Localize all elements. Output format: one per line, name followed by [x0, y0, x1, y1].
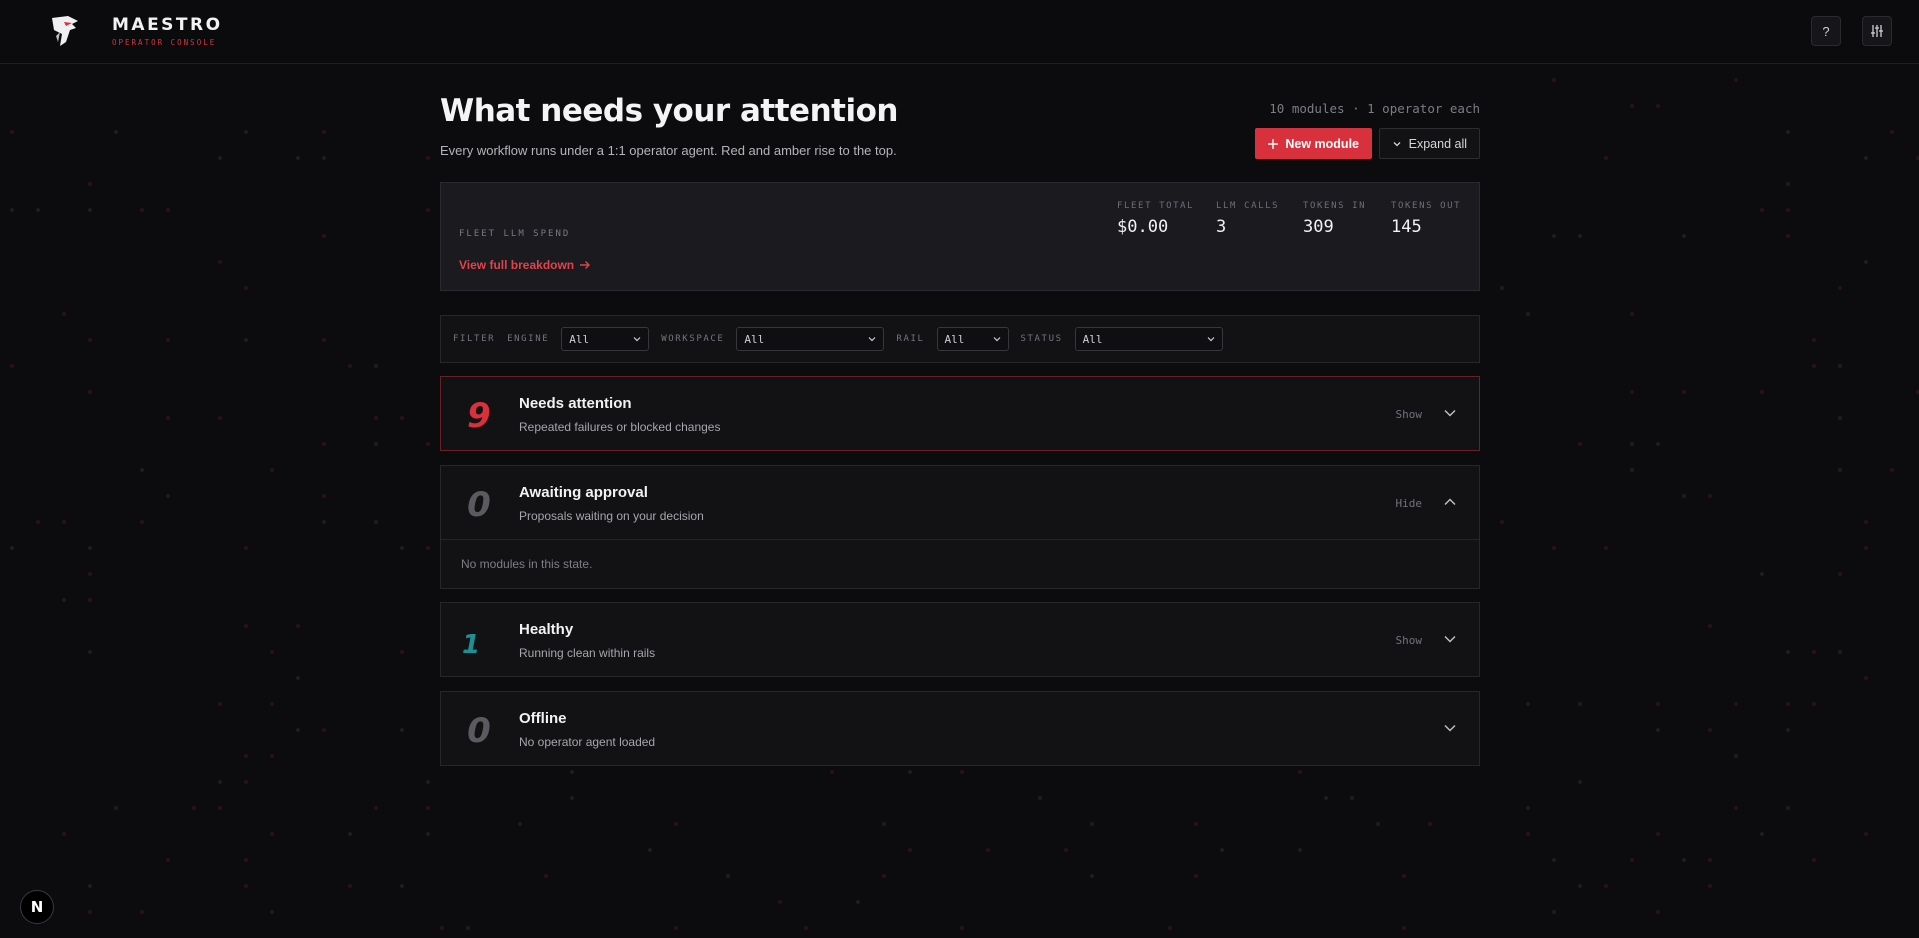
page-subtitle: Every workflow runs under a 1:1 operator…: [440, 143, 897, 158]
count-numeral: 0: [467, 712, 491, 746]
arrow-right-icon: [580, 261, 591, 269]
new-module-label: New module: [1285, 136, 1359, 151]
group-offline: 0 Offline No operator agent loaded: [440, 691, 1480, 766]
stat-value: 3: [1216, 217, 1227, 237]
new-module-button[interactable]: New module: [1255, 128, 1372, 159]
count-text: 0: [467, 712, 491, 746]
brand-title: MAESTRO: [112, 15, 223, 35]
group-header[interactable]: 1 Healthy Running clean within rails Sho…: [441, 603, 1479, 676]
status-filter-label: STATUS: [1020, 334, 1063, 344]
stat-value: $0.00: [1117, 217, 1169, 237]
chevron-down-icon: [1393, 141, 1401, 146]
brand-subtitle: OPERATOR CONSOLE: [112, 38, 217, 47]
rail-filter-label: RAIL: [896, 334, 925, 344]
workspace-filter-label: WORKSPACE: [661, 334, 725, 344]
group-title: Awaiting approval: [519, 484, 648, 501]
dev-tools-badge[interactable]: N: [20, 890, 54, 924]
workspace-select[interactable]: All: [736, 327, 885, 351]
filter-label: FILTER: [453, 334, 496, 344]
chevron-down-icon: [633, 337, 641, 342]
engine-select-value: All: [569, 332, 590, 346]
module-count: 10 modules · 1 operator each: [1269, 101, 1480, 116]
expand-all-button[interactable]: Expand all: [1378, 128, 1480, 159]
group-description: No operator agent loaded: [519, 735, 656, 749]
stat-label: FLEET TOTAL: [1117, 201, 1195, 211]
chevron-down-icon[interactable]: [1443, 406, 1457, 420]
settings-button[interactable]: [1862, 16, 1892, 46]
stat-tokens-out: TOKENS OUT 145: [1391, 201, 1461, 237]
maestro-logo-icon: [52, 16, 78, 46]
group-header[interactable]: 0 Awaiting approval Proposals waiting on…: [441, 466, 1479, 539]
chevron-down-icon: [868, 337, 876, 342]
dev-badge-letter: N: [30, 898, 44, 916]
stat-fleet-total: FLEET TOTAL $0.00: [1117, 201, 1194, 237]
brand: MAESTRO OPERATOR CONSOLE: [112, 15, 223, 47]
help-icon: ?: [1822, 23, 1830, 39]
view-breakdown-link[interactable]: View full breakdown: [459, 258, 591, 272]
workspace-select-value: All: [744, 332, 765, 346]
chevron-down-icon: [993, 337, 1000, 342]
chevron-down-icon[interactable]: [1443, 632, 1457, 646]
stat-label: LLM CALLS: [1216, 201, 1280, 211]
group-toggle[interactable]: Show: [1396, 634, 1423, 647]
stat-label: TOKENS IN: [1303, 201, 1367, 211]
status-select-value: All: [1082, 332, 1103, 346]
count-numeral: 1: [462, 630, 480, 657]
status-select[interactable]: All: [1074, 327, 1223, 351]
page-title: What needs your attention: [440, 93, 898, 129]
stat-value: 145: [1391, 217, 1422, 237]
chevron-up-icon[interactable]: [1443, 495, 1457, 509]
sliders-icon: [1871, 25, 1883, 37]
filter-bar: FILTER ENGINE All WORKSPACE All RAIL All…: [440, 315, 1480, 363]
group-header[interactable]: 0 Offline No operator agent loaded: [441, 692, 1479, 765]
fleet-spend-panel: FLEET LLM SPEND View full breakdown FLEE…: [440, 182, 1480, 291]
group-awaiting-approval: 0 Awaiting approval Proposals waiting on…: [440, 465, 1480, 589]
group-description: Running clean within rails: [519, 646, 656, 660]
stat-llm-calls: LLM CALLS 3: [1216, 201, 1279, 237]
fleet-spend-label: FLEET LLM SPEND: [459, 229, 571, 239]
view-breakdown-label: View full breakdown: [459, 258, 575, 272]
group-description: Proposals waiting on your decision: [519, 509, 704, 523]
group-title: Needs attention: [519, 395, 632, 412]
group-body: No modules in this state.: [441, 539, 1479, 588]
count-text: 0: [467, 486, 491, 520]
group-title: Offline: [519, 710, 567, 727]
chevron-down-icon: [1207, 337, 1215, 342]
stat-tokens-in: TOKENS IN 309: [1303, 201, 1366, 237]
group-toggle[interactable]: Hide: [1396, 497, 1423, 510]
engine-filter-label: ENGINE: [507, 334, 550, 344]
count-numeral: 9: [467, 397, 491, 431]
plus-icon: [1268, 138, 1279, 149]
expand-all-label: Expand all: [1408, 136, 1467, 151]
group-description: Repeated failures or blocked changes: [519, 420, 721, 434]
chevron-down-icon[interactable]: [1443, 721, 1457, 735]
engine-select[interactable]: All: [561, 327, 650, 351]
group-header[interactable]: 9 Needs attention Repeated failures or b…: [441, 377, 1479, 450]
count-text: 1: [462, 630, 480, 657]
group-healthy: 1 Healthy Running clean within rails Sho…: [440, 602, 1480, 677]
stat-label: TOKENS OUT: [1391, 201, 1462, 211]
count-text: 9: [467, 397, 491, 431]
rail-select-value: All: [944, 332, 965, 346]
group-needs-attention: 9 Needs attention Repeated failures or b…: [440, 376, 1480, 451]
top-bar: MAESTRO OPERATOR CONSOLE ?: [0, 0, 1919, 64]
rail-select[interactable]: All: [936, 327, 1009, 351]
group-toggle[interactable]: Show: [1396, 408, 1423, 421]
empty-state: No modules in this state.: [461, 557, 593, 571]
help-button[interactable]: ?: [1811, 16, 1841, 46]
count-numeral: 0: [467, 486, 491, 520]
stat-value: 309: [1303, 217, 1334, 237]
group-title: Healthy: [519, 621, 574, 638]
